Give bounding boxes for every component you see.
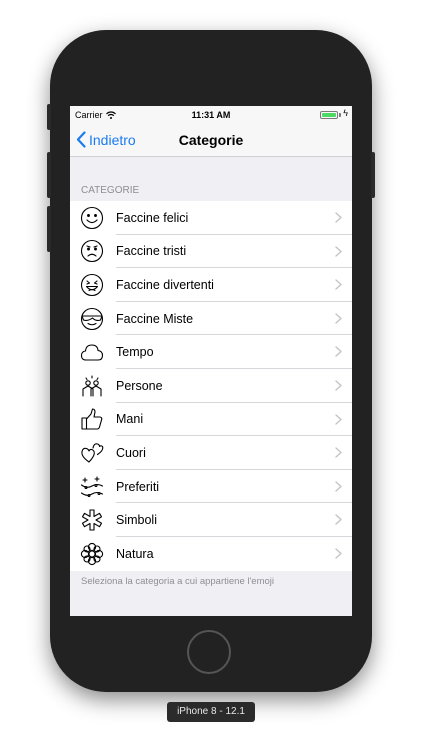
category-label: Preferiti [116, 479, 160, 494]
category-row[interactable]: Natura [70, 537, 352, 571]
category-row[interactable]: Faccine tristi [70, 235, 352, 269]
chevron-right-icon [335, 447, 342, 458]
category-list: Faccine felici Faccine tristi Faccine dive… [70, 201, 352, 571]
hearts-icon [81, 443, 104, 463]
navigation-bar: Indietro Categorie [70, 124, 352, 157]
device-label: iPhone 8 - 12.1 [167, 702, 255, 722]
page-title: Categorie [178, 132, 244, 148]
chevron-right-icon [335, 380, 342, 391]
category-row[interactable]: Preferiti [70, 470, 352, 504]
category-row[interactable]: Mani [70, 403, 352, 437]
category-label: Mani [116, 412, 144, 427]
volume-down-button [47, 206, 51, 252]
volume-up-button [47, 152, 51, 198]
chevron-right-icon [335, 481, 342, 492]
chevron-right-icon [335, 514, 342, 526]
category-row[interactable]: Faccine divertenti [70, 268, 352, 302]
sad-face-icon [80, 240, 104, 263]
sunglasses-face-icon [80, 307, 104, 330]
section-header: CATEGORIE [81, 185, 140, 196]
people-icon [82, 375, 102, 397]
battery-cap [339, 113, 341, 117]
category-row[interactable]: Tempo [70, 335, 352, 369]
category-row[interactable]: Persone [70, 369, 352, 403]
medical-cross-icon [81, 509, 103, 531]
home-button[interactable] [187, 630, 231, 674]
chevron-right-icon [335, 279, 342, 290]
chevron-right-icon [335, 346, 342, 358]
category-row[interactable]: Cuori [70, 436, 352, 470]
screen: Carrier 11:31 AM ϟ Indietro Categorie CA… [70, 106, 352, 616]
power-button [371, 152, 375, 198]
category-row[interactable]: Faccine Miste [70, 302, 352, 336]
battery-icon [320, 111, 338, 119]
category-label: Cuori [116, 445, 146, 460]
category-label: Faccine divertenti [116, 277, 214, 292]
status-time: 11:31 AM [191, 110, 231, 120]
party-icon [80, 475, 104, 497]
flower-icon [80, 542, 104, 565]
category-row[interactable]: Faccine felici [70, 201, 352, 235]
footer-hint: Seleziona la categoria a cui appartiene … [81, 576, 274, 587]
chevron-right-icon [335, 245, 342, 257]
status-bar: Carrier 11:31 AM ϟ [70, 106, 352, 124]
chevron-right-icon [335, 313, 342, 324]
category-label: Simboli [116, 513, 157, 528]
grinning-face-icon [80, 273, 104, 297]
chevron-right-icon [335, 548, 342, 559]
category-label: Faccine Miste [116, 311, 194, 326]
thumbs-up-icon [81, 408, 103, 430]
chevron-right-icon [335, 212, 342, 223]
smiley-face-icon [80, 206, 104, 229]
category-label: Faccine felici [116, 210, 189, 225]
cloud-icon [80, 344, 104, 361]
chevron-right-icon [335, 413, 342, 425]
mute-switch [47, 104, 51, 130]
category-label: Tempo [116, 345, 154, 360]
category-label: Natura [116, 546, 154, 561]
category-row[interactable]: Simboli [70, 503, 352, 537]
charging-bolt-icon: ϟ [343, 108, 348, 118]
category-label: Persone [116, 378, 163, 393]
category-label: Faccine tristi [116, 244, 187, 259]
